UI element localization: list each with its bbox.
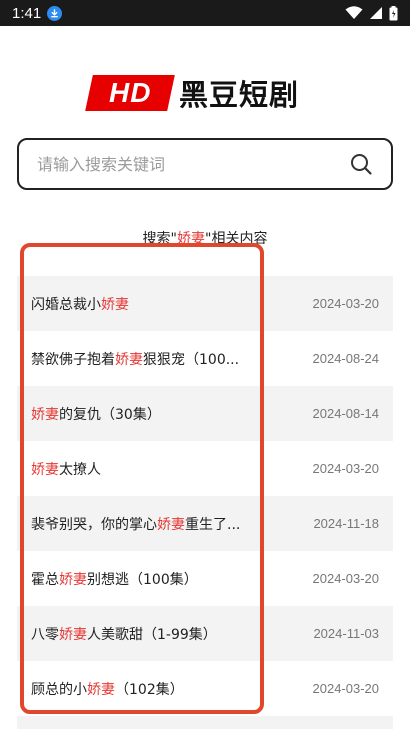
result-heading: 搜索"娇妻"相关内容 (0, 228, 410, 248)
title-keyword: 娇妻 (31, 461, 59, 478)
title-keyword: 娇妻 (59, 571, 87, 588)
wifi-icon (345, 6, 363, 19)
battery-icon (389, 5, 398, 20)
heading-prefix: 搜索" (142, 231, 177, 247)
search-box (17, 138, 393, 190)
title-text: （102集） (115, 681, 184, 698)
search-input[interactable] (37, 154, 349, 174)
logo-hd-badge: HD (85, 75, 175, 111)
title-text: 裴爷别哭，你的掌心 (31, 516, 157, 533)
title-text: 太撩人 (59, 461, 101, 478)
list-item[interactable]: 娇妻太撩人 2024-03-20 (17, 441, 393, 496)
list-item[interactable]: 娇妻的复仇（30集） 2024-08-14 (17, 386, 393, 441)
logo-brand-text: 黑豆短剧 (179, 78, 300, 112)
item-date: 2024-03-20 (312, 296, 380, 311)
list-item[interactable]: 八零娇妻人美歌甜（1-99集） 2024-11-03 (17, 606, 393, 661)
title-text: 顾总的小 (31, 681, 87, 698)
signal-icon (370, 7, 382, 19)
result-list: 闪婚总裁小娇妻 2024-03-20 禁欲佛子抱着娇妻狠狠宠（100... 20… (17, 276, 393, 716)
item-date: 2024-11-18 (313, 516, 379, 531)
logo-hd-text: HD (108, 77, 152, 108)
title-text: 狠狠宠（100... (143, 351, 240, 368)
list-item[interactable]: 闪婚总裁小娇妻 2024-03-20 (17, 276, 393, 331)
list-item[interactable]: 顾总的小娇妻（102集） 2024-03-20 (17, 661, 393, 716)
title-text: 霍总 (31, 571, 59, 588)
heading-keyword: 娇妻 (177, 231, 205, 247)
title-text: 禁欲佛子抱着 (31, 351, 115, 368)
item-title: 闪婚总裁小娇妻 (31, 294, 129, 314)
title-keyword: 娇妻 (115, 351, 143, 368)
item-title: 禁欲佛子抱着娇妻狠狠宠（100... (31, 349, 239, 369)
status-time: 1:41 (12, 4, 42, 22)
list-item[interactable]: 禁欲佛子抱着娇妻狠狠宠（100... 2024-08-24 (17, 331, 393, 386)
item-title: 娇妻太撩人 (31, 459, 101, 479)
title-keyword: 娇妻 (59, 626, 87, 643)
title-text: 的复仇（30集） (59, 406, 161, 423)
title-keyword: 娇妻 (87, 681, 115, 698)
item-title: 霍总娇妻别想逃（100集） (31, 569, 198, 589)
status-bar: 1:41 (0, 0, 410, 26)
item-date: 2024-08-24 (312, 351, 380, 366)
item-title: 八零娇妻人美歌甜（1-99集） (31, 624, 217, 644)
title-text: 别想逃（100集） (87, 571, 198, 588)
item-date: 2024-03-20 (312, 571, 380, 586)
item-date: 2024-11-03 (313, 626, 379, 641)
item-title: 娇妻的复仇（30集） (31, 404, 161, 424)
status-icons (345, 5, 398, 21)
item-title: 裴爷别哭，你的掌心娇妻重生了... (31, 514, 240, 534)
heading-suffix: "相关内容 (205, 231, 268, 247)
title-keyword: 娇妻 (101, 296, 129, 313)
list-item[interactable]: 霍总娇妻别想逃（100集） 2024-03-20 (17, 551, 393, 606)
list-item-partial[interactable] (17, 716, 393, 729)
item-date: 2024-03-20 (312, 681, 380, 696)
title-text: 八零 (31, 626, 59, 643)
title-keyword: 娇妻 (31, 406, 59, 423)
search-icon[interactable] (349, 152, 373, 176)
title-text: 重生了... (185, 516, 241, 533)
item-date: 2024-08-14 (312, 406, 380, 421)
title-text: 人美歌甜（1-99集） (87, 626, 217, 643)
item-date: 2024-03-20 (312, 461, 380, 476)
title-keyword: 娇妻 (157, 516, 185, 533)
download-icon (47, 5, 63, 21)
title-text: 闪婚总裁小 (31, 296, 101, 313)
item-title: 顾总的小娇妻（102集） (31, 679, 184, 699)
app-logo: HD 黑豆短剧 (85, 72, 300, 114)
list-item[interactable]: 裴爷别哭，你的掌心娇妻重生了... 2024-11-18 (17, 496, 393, 551)
